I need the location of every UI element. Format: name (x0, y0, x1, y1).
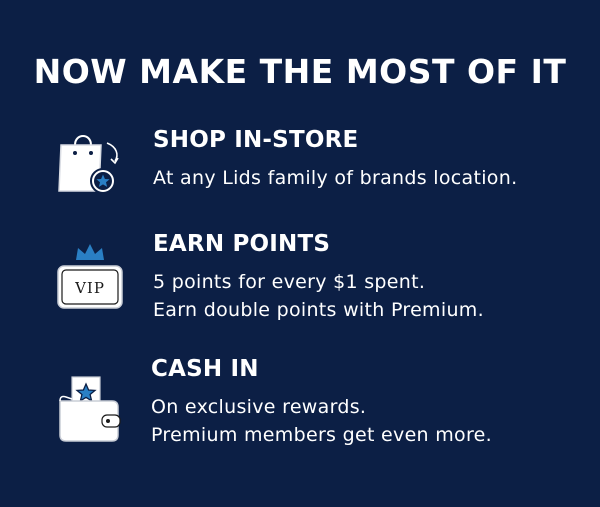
shopping-bag-star-icon (55, 125, 125, 195)
step-description-line: 5 points for every $1 spent. (153, 271, 426, 293)
step-description-line: Premium members get even more. (151, 424, 492, 446)
headline: NOW MAKE THE MOST OF IT (33, 52, 567, 91)
vip-card-text: VIP (74, 279, 105, 297)
rewards-panel: NOW MAKE THE MOST OF IT SHOP IN-STORE At… (0, 0, 600, 507)
vip-crown-card-icon: VIP (54, 240, 126, 312)
step-description-line: On exclusive rewards. (151, 396, 367, 418)
step-title: EARN POINTS (153, 231, 331, 257)
step-description: At any Lids family of brands location. (153, 164, 517, 192)
step-description: On exclusive rewards. Premium members ge… (151, 393, 492, 449)
step-title: CASH IN (151, 356, 259, 382)
step-title: SHOP IN-STORE (153, 127, 359, 153)
step-description: 5 points for every $1 spent. Earn double… (153, 268, 484, 324)
step-description-line: Earn double points with Premium. (153, 299, 484, 321)
step-description-line: At any Lids family of brands location. (153, 167, 518, 189)
wallet-star-icon (56, 375, 126, 445)
